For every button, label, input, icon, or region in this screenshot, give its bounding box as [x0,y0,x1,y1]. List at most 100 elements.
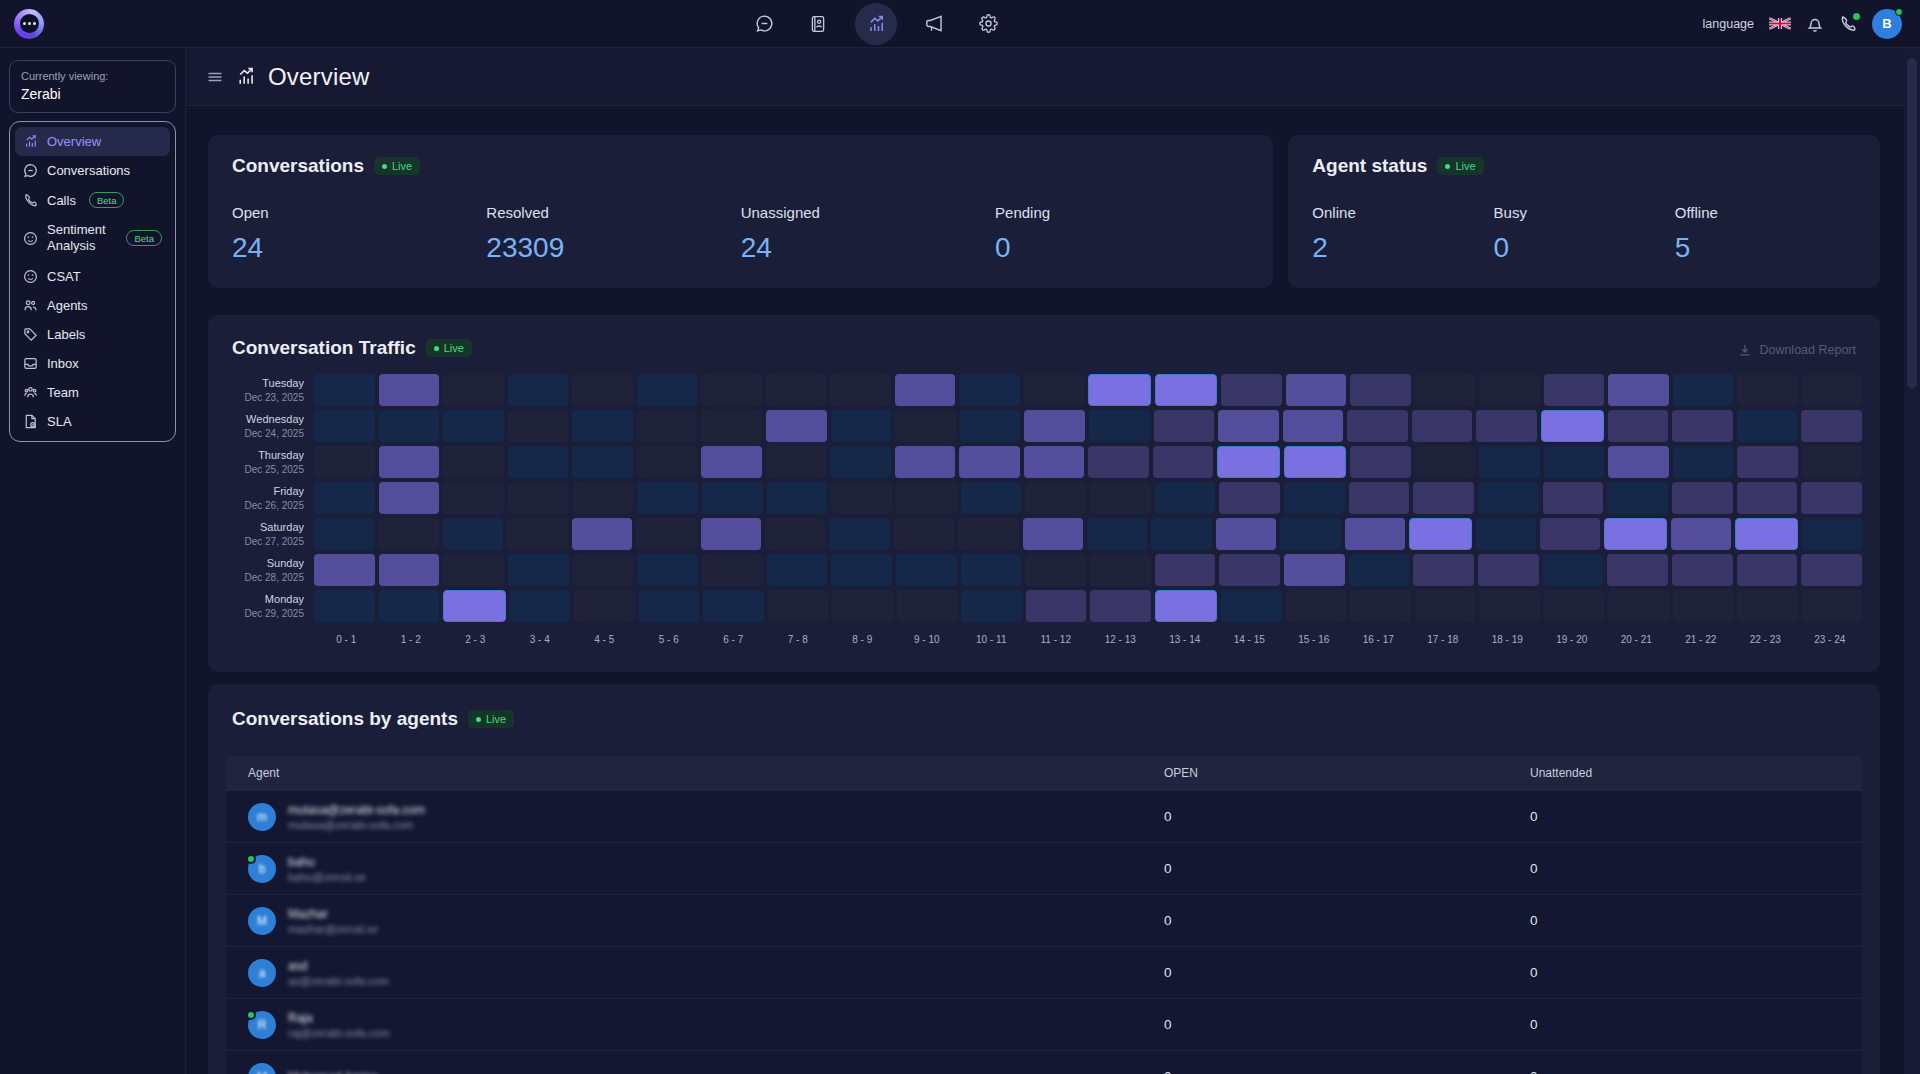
heatmap-cell[interactable] [1024,446,1085,478]
heatmap-cell[interactable] [507,518,567,550]
heatmap-cell[interactable] [1151,518,1211,550]
heatmap-cell[interactable] [1476,410,1537,442]
heatmap-cell[interactable] [766,374,827,406]
heatmap-cell[interactable] [1284,554,1345,586]
sidebar-item-sla[interactable]: SLA [15,407,170,436]
heatmap-cell[interactable] [508,446,569,478]
heatmap-cell[interactable] [1350,446,1411,478]
heatmap-cell[interactable] [573,482,634,514]
heatmap-cell[interactable] [1476,518,1536,550]
heatmap-cell[interactable] [443,518,503,550]
heatmap-cell[interactable] [1540,518,1600,550]
heatmap-cell[interactable] [958,518,1018,550]
heatmap-cell[interactable] [1604,518,1666,550]
heatmap-cell[interactable] [1280,518,1340,550]
heatmap-cell[interactable] [573,554,634,586]
heatmap-cell[interactable] [1802,374,1863,406]
heatmap-cell[interactable] [379,482,440,514]
heatmap-cell[interactable] [637,554,698,586]
heatmap-cell[interactable] [1025,482,1086,514]
heatmap-cell[interactable] [508,410,569,442]
heatmap-cell[interactable] [1283,410,1344,442]
heatmap-cell[interactable] [572,410,633,442]
heatmap-cell[interactable] [636,518,696,550]
heatmap-cell[interactable] [702,554,763,586]
sidebar-item-labels[interactable]: Labels [15,320,170,349]
heatmap-cell[interactable] [830,374,891,406]
heatmap-cell[interactable] [1155,554,1216,586]
heatmap-cell[interactable] [702,482,763,514]
contacts-icon[interactable] [801,7,835,41]
heatmap-cell[interactable] [831,410,892,442]
heatmap-cell[interactable] [1347,410,1408,442]
heatmap-cell[interactable] [1544,446,1605,478]
heatmap-cell[interactable] [1217,446,1280,478]
heatmap-cell[interactable] [1671,518,1731,550]
heatmap-cell[interactable] [701,446,762,478]
workspace-selector[interactable]: Currently viewing: Zerabi [9,60,176,113]
heatmap-cell[interactable] [831,482,892,514]
calls-status-icon[interactable] [1839,15,1857,33]
heatmap-cell[interactable] [379,590,440,622]
heatmap-cell[interactable] [961,590,1022,622]
heatmap-cell[interactable] [1345,518,1405,550]
heatmap-cell[interactable] [766,410,827,442]
heatmap-cell[interactable] [1543,482,1604,514]
heatmap-cell[interactable] [1024,374,1085,406]
heatmap-cell[interactable] [959,374,1020,406]
heatmap-cell[interactable] [961,554,1022,586]
sidebar-item-sentiment-analysis[interactable]: Sentiment AnalysisBeta [15,215,170,262]
uk-flag-icon[interactable] [1769,17,1791,30]
heatmap-cell[interactable] [1672,554,1733,586]
heatmap-cell[interactable] [1672,410,1733,442]
sidebar-item-agents[interactable]: Agents [15,291,170,320]
heatmap-cell[interactable] [959,446,1020,478]
app-logo-icon[interactable] [14,9,44,39]
heatmap-cell[interactable] [1737,446,1798,478]
heatmap-cell[interactable] [1673,374,1734,406]
heatmap-cell[interactable] [1479,374,1540,406]
heatmap-cell[interactable] [1737,554,1798,586]
heatmap-cell[interactable] [1608,590,1669,622]
heatmap-cell[interactable] [895,374,956,406]
heatmap-cell[interactable] [1801,410,1862,442]
heatmap-cell[interactable] [701,410,762,442]
heatmap-cell[interactable] [379,446,440,478]
heatmap-cell[interactable] [1090,554,1151,586]
heatmap-cell[interactable] [1479,446,1540,478]
sidebar-item-overview[interactable]: Overview [15,127,170,156]
heatmap-cell[interactable] [831,554,892,586]
heatmap-cell[interactable] [701,518,761,550]
heatmap-cell[interactable] [639,590,700,622]
heatmap-cell[interactable] [1479,590,1540,622]
heatmap-cell[interactable] [1608,446,1669,478]
heatmap-cell[interactable] [637,374,698,406]
heatmap-cell[interactable] [1672,482,1733,514]
sidebar-item-inbox[interactable]: Inbox [15,349,170,378]
heatmap-cell[interactable] [314,374,375,406]
heatmap-cell[interactable] [1415,446,1476,478]
heatmap-cell[interactable] [1025,554,1086,586]
heatmap-cell[interactable] [1409,518,1471,550]
heatmap-cell[interactable] [1350,590,1411,622]
heatmap-cell[interactable] [379,374,440,406]
heatmap-cell[interactable] [572,446,633,478]
agent-row[interactable]: RRajaraj@zerabi-sofa.com00 [226,998,1862,1050]
heatmap-cell[interactable] [1219,482,1280,514]
heatmap-cell[interactable] [1024,410,1085,442]
heatmap-cell[interactable] [1413,554,1474,586]
heatmap-cell[interactable] [1155,590,1218,622]
agent-row[interactable]: aasdas@zerabi-sofa.com00 [226,946,1862,998]
heatmap-cell[interactable] [314,482,375,514]
scrollbar-track[interactable] [1904,48,1920,1074]
heatmap-cell[interactable] [1349,554,1410,586]
agent-row[interactable]: MMohamad Amine00 [226,1050,1862,1074]
heatmap-cell[interactable] [896,482,957,514]
settings-icon[interactable] [971,7,1005,41]
heatmap-cell[interactable] [829,518,889,550]
heatmap-cell[interactable] [1216,518,1276,550]
heatmap-cell[interactable] [1284,482,1345,514]
heatmap-cell[interactable] [314,518,374,550]
heatmap-cell[interactable] [1023,518,1083,550]
heatmap-cell[interactable] [1087,518,1147,550]
